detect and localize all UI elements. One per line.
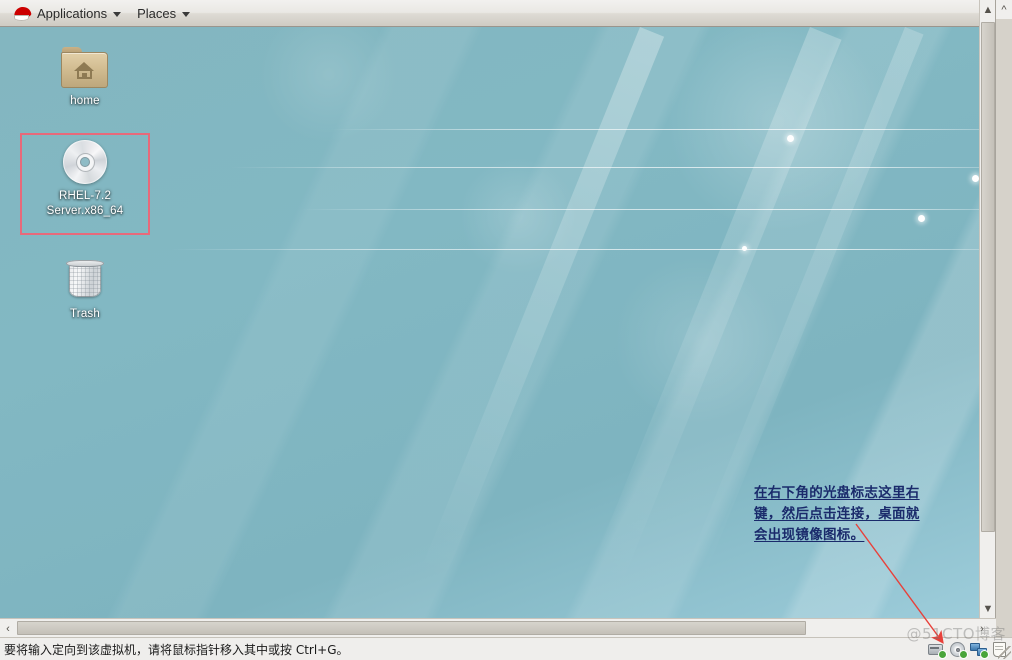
wallpaper-line	[330, 129, 995, 130]
vm-viewport[interactable]: Applications Places home RHEL-7.2 Server…	[0, 0, 996, 618]
desktop-icon-home[interactable]: home	[31, 47, 139, 109]
horizontal-scrollbar[interactable]: ‹ ›	[0, 618, 996, 637]
cd-dvd-icon[interactable]	[949, 642, 967, 658]
optical-disc-icon	[63, 140, 107, 184]
wallpaper-line	[230, 167, 995, 168]
desktop-icon-label: Trash	[70, 308, 100, 320]
desktop-icon-trash[interactable]: Trash	[31, 258, 139, 322]
chevron-left-icon[interactable]: ‹	[0, 619, 16, 638]
chevron-up-icon[interactable]: ▲	[980, 0, 995, 19]
desktop-wallpaper[interactable]: home RHEL-7.2 Server.x86_64 Trash 在右下角的光…	[0, 27, 995, 618]
wallpaper-line	[170, 249, 995, 250]
resize-grip-icon[interactable]	[998, 646, 1011, 659]
chevron-down-icon	[182, 11, 191, 17]
annotation-text: 在右下角的光盘标志这里右 键，然后点击连接，桌面就 会出现镜像图标。	[754, 485, 920, 543]
chevron-down-icon[interactable]: ▼	[980, 599, 995, 618]
status-device-tray	[928, 638, 1008, 660]
wallpaper-line	[300, 209, 995, 210]
wallpaper-dot	[918, 215, 925, 222]
vertical-scrollbar-thumb[interactable]	[981, 22, 995, 532]
vmware-window: Applications Places home RHEL-7.2 Server…	[0, 0, 1012, 660]
places-menu-label: Places	[137, 5, 177, 21]
trash-can-icon	[64, 258, 106, 302]
desktop-icon-label: RHEL-7.2 Server.x86_64	[46, 190, 124, 217]
hard-disk-icon[interactable]	[928, 642, 946, 658]
applications-menu[interactable]: Applications	[6, 2, 129, 25]
vertical-scrollbar[interactable]: ▲ ▼	[979, 0, 995, 618]
status-message: 要将输入定向到该虚拟机，请将鼠标指针移入其中或按 Ctrl+G。	[4, 642, 349, 657]
horizontal-scrollbar-thumb[interactable]	[17, 621, 806, 635]
desktop-icon-label: home	[70, 95, 100, 107]
red-hat-logo-icon	[13, 5, 32, 22]
network-adapter-icon[interactable]	[970, 642, 988, 658]
folder-home-icon	[61, 47, 109, 89]
wallpaper-dot	[972, 175, 979, 182]
applications-menu-label: Applications	[37, 5, 108, 21]
places-menu[interactable]: Places	[129, 2, 198, 25]
desktop-icon-rhel-iso[interactable]: RHEL-7.2 Server.x86_64	[31, 140, 139, 219]
gnome-top-panel: Applications Places	[0, 0, 995, 27]
chevron-right-icon[interactable]: ›	[974, 619, 990, 638]
window-scroll-up-icon[interactable]: ^	[996, 0, 1012, 19]
vmware-status-bar: 要将输入定向到该虚拟机，请将鼠标指针移入其中或按 Ctrl+G。	[0, 637, 1012, 660]
chevron-down-icon	[113, 11, 122, 17]
